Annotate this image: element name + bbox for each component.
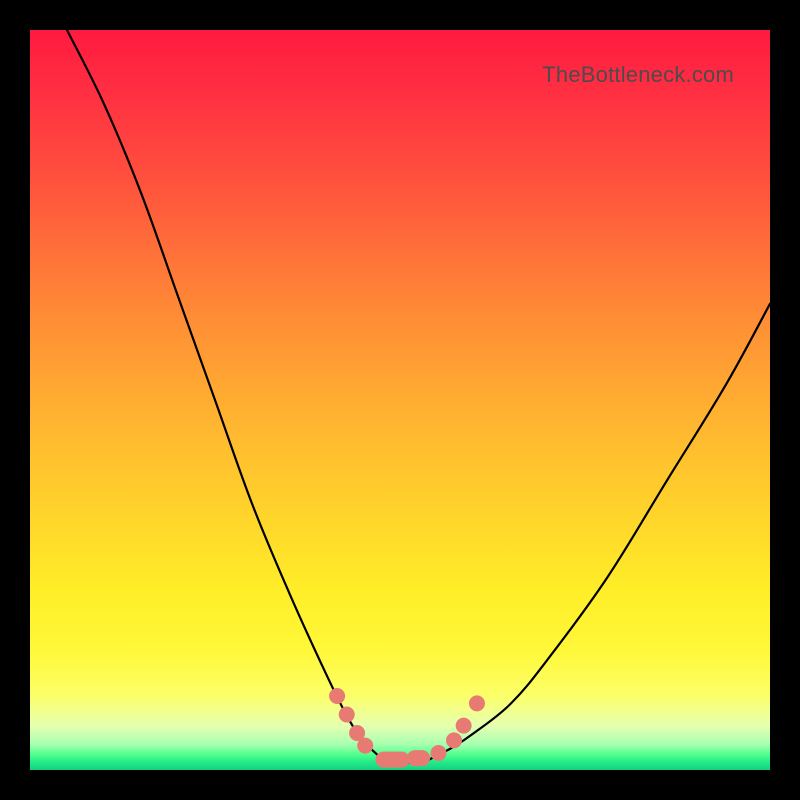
curve-left-curve <box>67 30 378 755</box>
series-group <box>67 30 770 763</box>
marker-dot-9 <box>469 696 484 711</box>
marker-pill-4 <box>376 752 409 767</box>
marker-dot-3 <box>358 738 373 753</box>
chart-frame: TheBottleneck.com <box>0 0 800 800</box>
curve-right-curve <box>437 304 770 755</box>
marker-pill-5 <box>407 751 429 766</box>
markers-group <box>330 689 485 768</box>
marker-dot-1 <box>339 707 354 722</box>
marker-dot-6 <box>431 745 446 760</box>
chart-svg <box>30 30 770 770</box>
marker-dot-0 <box>330 689 345 704</box>
marker-dot-7 <box>447 733 462 748</box>
plot-area: TheBottleneck.com <box>30 30 770 770</box>
marker-dot-8 <box>456 718 471 733</box>
